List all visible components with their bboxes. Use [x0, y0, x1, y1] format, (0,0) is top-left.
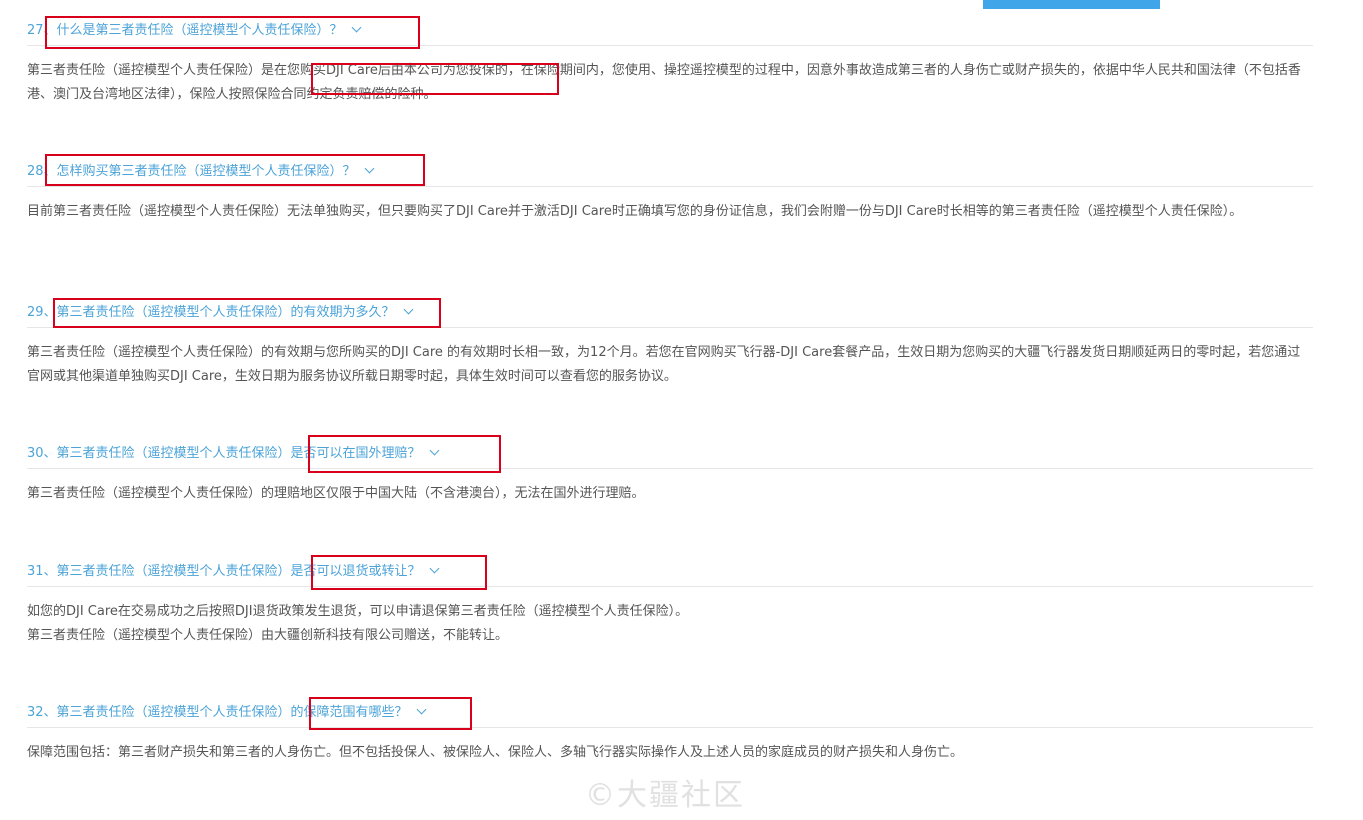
faq-answer-text: 保障范围包括：第三者财产损失和第三者的人身伤亡。但不包括投保人、被保险人、保险人… — [27, 745, 964, 760]
faq-question-30[interactable]: 30、第三者责任险（遥控模型个人责任保险）是否可以在国外理赔？ — [27, 440, 1313, 469]
faq-question-text[interactable]: 32、第三者责任险（遥控模型个人责任保险）的保障范围有哪些？ — [27, 705, 408, 720]
faq-question-31[interactable]: 31、第三者责任险（遥控模型个人责任保险）是否可以退货或转让？ — [27, 558, 1313, 587]
faq-answer-text: 第三者责任险（遥控模型个人责任保险）由大疆创新科技有限公司赠送，不能转让。 — [27, 628, 509, 643]
faq-question-text[interactable]: 27、什么是第三者责任险（遥控模型个人责任保险）？ — [27, 23, 343, 38]
faq-question-text[interactable]: 28、怎样购买第三者责任险（遥控模型个人责任保险）？ — [27, 164, 356, 179]
faq-answer-30: 第三者责任险（遥控模型个人责任保险）的理赔地区仅限于中国大陆（不含港澳台），无法… — [27, 482, 1313, 506]
faq-item-30: 30、第三者责任险（遥控模型个人责任保险）是否可以在国外理赔？ 第三者责任险（遥… — [27, 440, 1313, 506]
faq-question-27[interactable]: 27、什么是第三者责任险（遥控模型个人责任保险）？ — [27, 17, 1313, 46]
faq-question-text[interactable]: 31、第三者责任险（遥控模型个人责任保险）是否可以退货或转让？ — [27, 564, 421, 579]
faq-answer-28: 目前第三者责任险（遥控模型个人责任保险）无法单独购买，但只要购买了DJI Car… — [27, 200, 1313, 224]
faq-question-text[interactable]: 30、第三者责任险（遥控模型个人责任保险）是否可以在国外理赔？ — [27, 446, 421, 461]
faq-page: 27、什么是第三者责任险（遥控模型个人责任保险）？ 第三者责任险（遥控模型个人责… — [0, 0, 1363, 820]
faq-question-32[interactable]: 32、第三者责任险（遥控模型个人责任保险）的保障范围有哪些？ — [27, 699, 1313, 728]
faq-answer-text: 第三者责任险（遥控模型个人责任保险）是在您购买DJI Care后由本公司为您投保… — [27, 63, 1301, 102]
chevron-down-icon[interactable] — [429, 563, 439, 574]
faq-answer-text: 目前第三者责任险（遥控模型个人责任保险）无法单独购买，但只要购买了DJI Car… — [27, 204, 1243, 219]
faq-item-31: 31、第三者责任险（遥控模型个人责任保险）是否可以退货或转让？ 如您的DJI C… — [27, 558, 1313, 648]
chevron-down-icon[interactable] — [351, 22, 361, 33]
faq-answer-text: 如您的DJI Care在交易成功之后按照DJI退货政策发生退货，可以申请退保第三… — [27, 604, 689, 619]
faq-question-28[interactable]: 28、怎样购买第三者责任险（遥控模型个人责任保险）？ — [27, 158, 1313, 187]
chevron-down-icon[interactable] — [403, 304, 413, 315]
faq-answer-text: 第三者责任险（遥控模型个人责任保险）的有效期与您所购买的DJI Care 的有效… — [27, 345, 1301, 384]
faq-item-29: 29、第三者责任险（遥控模型个人责任保险）的有效期为多久？ 第三者责任险（遥控模… — [27, 299, 1313, 389]
faq-answer-text: 第三者责任险（遥控模型个人责任保险）的理赔地区仅限于中国大陆（不含港澳台），无法… — [27, 486, 645, 501]
faq-answer-31: 如您的DJI Care在交易成功之后按照DJI退货政策发生退货，可以申请退保第三… — [27, 600, 1313, 648]
faq-item-32: 32、第三者责任险（遥控模型个人责任保险）的保障范围有哪些？ 保障范围包括：第三… — [27, 699, 1313, 765]
faq-question-text[interactable]: 29、第三者责任险（遥控模型个人责任保险）的有效期为多久？ — [27, 305, 395, 320]
faq-answer-32: 保障范围包括：第三者财产损失和第三者的人身伤亡。但不包括投保人、被保险人、保险人… — [27, 741, 1313, 765]
faq-question-29[interactable]: 29、第三者责任险（遥控模型个人责任保险）的有效期为多久？ — [27, 299, 1313, 328]
faq-answer-27: 第三者责任险（遥控模型个人责任保险）是在您购买DJI Care后由本公司为您投保… — [27, 59, 1313, 107]
faq-item-28: 28、怎样购买第三者责任险（遥控模型个人责任保险）？ 目前第三者责任险（遥控模型… — [27, 158, 1313, 224]
chevron-down-icon[interactable] — [429, 445, 439, 456]
faq-item-27: 27、什么是第三者责任险（遥控模型个人责任保险）？ 第三者责任险（遥控模型个人责… — [27, 17, 1313, 107]
top-button-edge[interactable] — [983, 0, 1160, 9]
watermark: ©大疆社区 — [585, 778, 745, 813]
faq-answer-29: 第三者责任险（遥控模型个人责任保险）的有效期与您所购买的DJI Care 的有效… — [27, 341, 1313, 389]
chevron-down-icon[interactable] — [416, 704, 426, 715]
chevron-down-icon[interactable] — [364, 163, 374, 174]
